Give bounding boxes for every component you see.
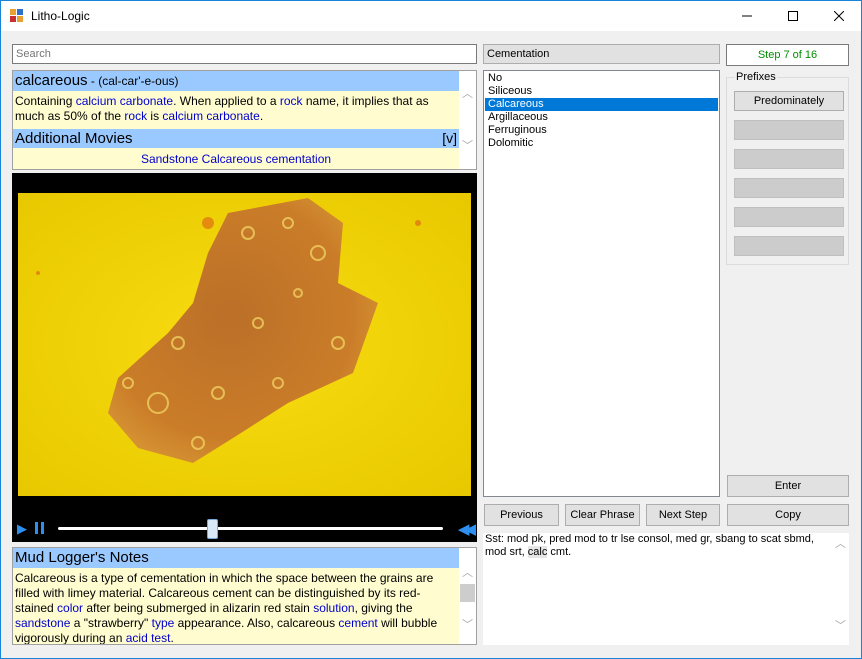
output-scrollbar[interactable]: ︿ ﹀ [832,533,849,645]
notes-text-7: . [170,631,174,645]
prefixes-legend: Prefixes [735,71,777,83]
def-text-4: is [147,109,163,123]
app-window: Litho-Logic calcareous - (cal-car'-e-ous… [0,0,862,659]
prefix-button-3[interactable] [734,149,844,169]
window-title: Litho-Logic [31,9,90,23]
glossary-link[interactable]: solution [313,601,354,615]
def-text-5: . [259,109,264,123]
prefix-button-4[interactable] [734,178,844,198]
prefix-button-6[interactable] [734,236,844,256]
list-item[interactable]: Ferruginous [485,124,718,137]
video-controls: ▶ ◀◀ [12,516,477,540]
pause-icon[interactable] [35,522,45,534]
app-icon [10,9,24,23]
notes-content: Mud Logger's Notes Calcareous is a type … [13,548,459,644]
glossary-link[interactable]: rock [280,94,303,108]
definition-text: Containing calcium carbonate. When appli… [13,91,459,127]
clear-phrase-button[interactable]: Clear Phrase [565,504,640,526]
notes-text-3: , giving the [354,601,413,615]
enter-button[interactable]: Enter [727,475,849,497]
movies-toggle[interactable]: [v] [442,129,457,148]
prefix-button-2[interactable] [734,120,844,140]
phrase-output-text: Sst: mod pk, pred mod to tr lse consol, … [483,533,828,559]
seek-track[interactable] [58,527,443,530]
previous-button[interactable]: Previous [484,504,559,526]
cementation-list[interactable]: No Siliceous Calcareous Argillaceous Ferrugi… [483,70,720,497]
glossary-link[interactable]: type [152,616,175,630]
scroll-thumb[interactable] [460,584,475,602]
next-step-button[interactable]: Next Step [646,504,720,526]
maximize-icon [788,11,798,21]
video-frame-image [18,193,471,496]
definition-scrollbar[interactable]: ︿ ﹀ [459,71,476,169]
play-icon[interactable]: ▶ [17,521,27,537]
step-indicator: Step 7 of 16 [726,44,849,66]
definition-content: calcareous - (cal-car'-e-ous) Containing… [13,71,459,169]
phrase-highlight: calc [527,546,548,558]
scroll-up-icon[interactable]: ︿ [462,85,473,101]
phrase-text-after: cmt. [547,546,572,558]
close-button[interactable] [816,1,862,31]
minimize-button[interactable] [724,1,770,31]
title-bar: Litho-Logic [1,1,861,31]
additional-movies-header: Additional Movies [v] [13,129,459,148]
glossary-link[interactable]: color [57,601,83,615]
list-item[interactable]: No [485,72,718,85]
def-text-1: Containing [15,94,76,108]
prefix-button-5[interactable] [734,207,844,227]
close-icon [834,11,844,21]
def-text-2: . When applied to a [173,94,280,108]
copy-button[interactable]: Copy [727,504,849,526]
notes-text-5: appearance. Also, calcareous [174,616,339,630]
category-label: Cementation [483,44,720,64]
list-item[interactable]: Argillaceous [485,111,718,124]
video-player: ▶ ◀◀ [12,173,477,542]
glossary-link[interactable]: cement [338,616,377,630]
scroll-up-icon[interactable]: ︿ [462,564,473,580]
additional-movies-title: Additional Movies [15,130,133,147]
definition-panel: calcareous - (cal-car'-e-ous) Containing… [12,70,477,170]
term-pronunciation: - (cal-car'-e-ous) [87,74,179,88]
notes-heading: Mud Logger's Notes [13,548,459,568]
scroll-up-icon[interactable]: ︿ [835,535,846,551]
scroll-down-icon[interactable]: ﹀ [462,616,473,632]
maximize-button[interactable] [770,1,816,31]
minimize-icon [742,15,752,17]
search-input[interactable] [12,44,477,64]
movie-link[interactable]: Sandstone Calcareous cementation [13,148,459,169]
scroll-down-icon[interactable]: ﹀ [835,617,846,633]
glossary-link[interactable]: calcium carbonate [76,94,173,108]
rewind-icon[interactable]: ◀◀ [458,520,476,538]
microscope-video[interactable] [18,193,471,496]
list-item[interactable]: Siliceous [485,85,718,98]
notes-text-4: a "strawberry" [70,616,152,630]
term-word: calcareous [15,72,88,89]
glossary-link[interactable]: acid test [126,631,171,644]
definition-header: calcareous - (cal-car'-e-ous) [13,71,459,91]
glossary-link[interactable]: sandstone [15,616,70,630]
notes-scrollbar[interactable]: ︿ ﹀ [459,548,476,644]
glossary-link[interactable]: calcium carbonate [162,109,259,123]
phrase-output[interactable]: Sst: mod pk, pred mod to tr lse consol, … [483,533,849,645]
notes-text: Calcareous is a type of cementation in w… [13,568,459,645]
seek-handle[interactable] [207,519,218,539]
mud-logger-notes-panel: Mud Logger's Notes Calcareous is a type … [12,547,477,645]
glossary-link[interactable]: rock [124,109,147,123]
prefixes-group: Prefixes Predominately [726,71,849,265]
list-item[interactable]: Dolomitic [485,137,718,150]
notes-text-2: after being submerged in alizarin red st… [83,601,314,615]
scroll-down-icon[interactable]: ﹀ [462,137,473,153]
prefix-button-predominately[interactable]: Predominately [734,91,844,111]
list-item[interactable]: Calcareous [485,98,718,111]
